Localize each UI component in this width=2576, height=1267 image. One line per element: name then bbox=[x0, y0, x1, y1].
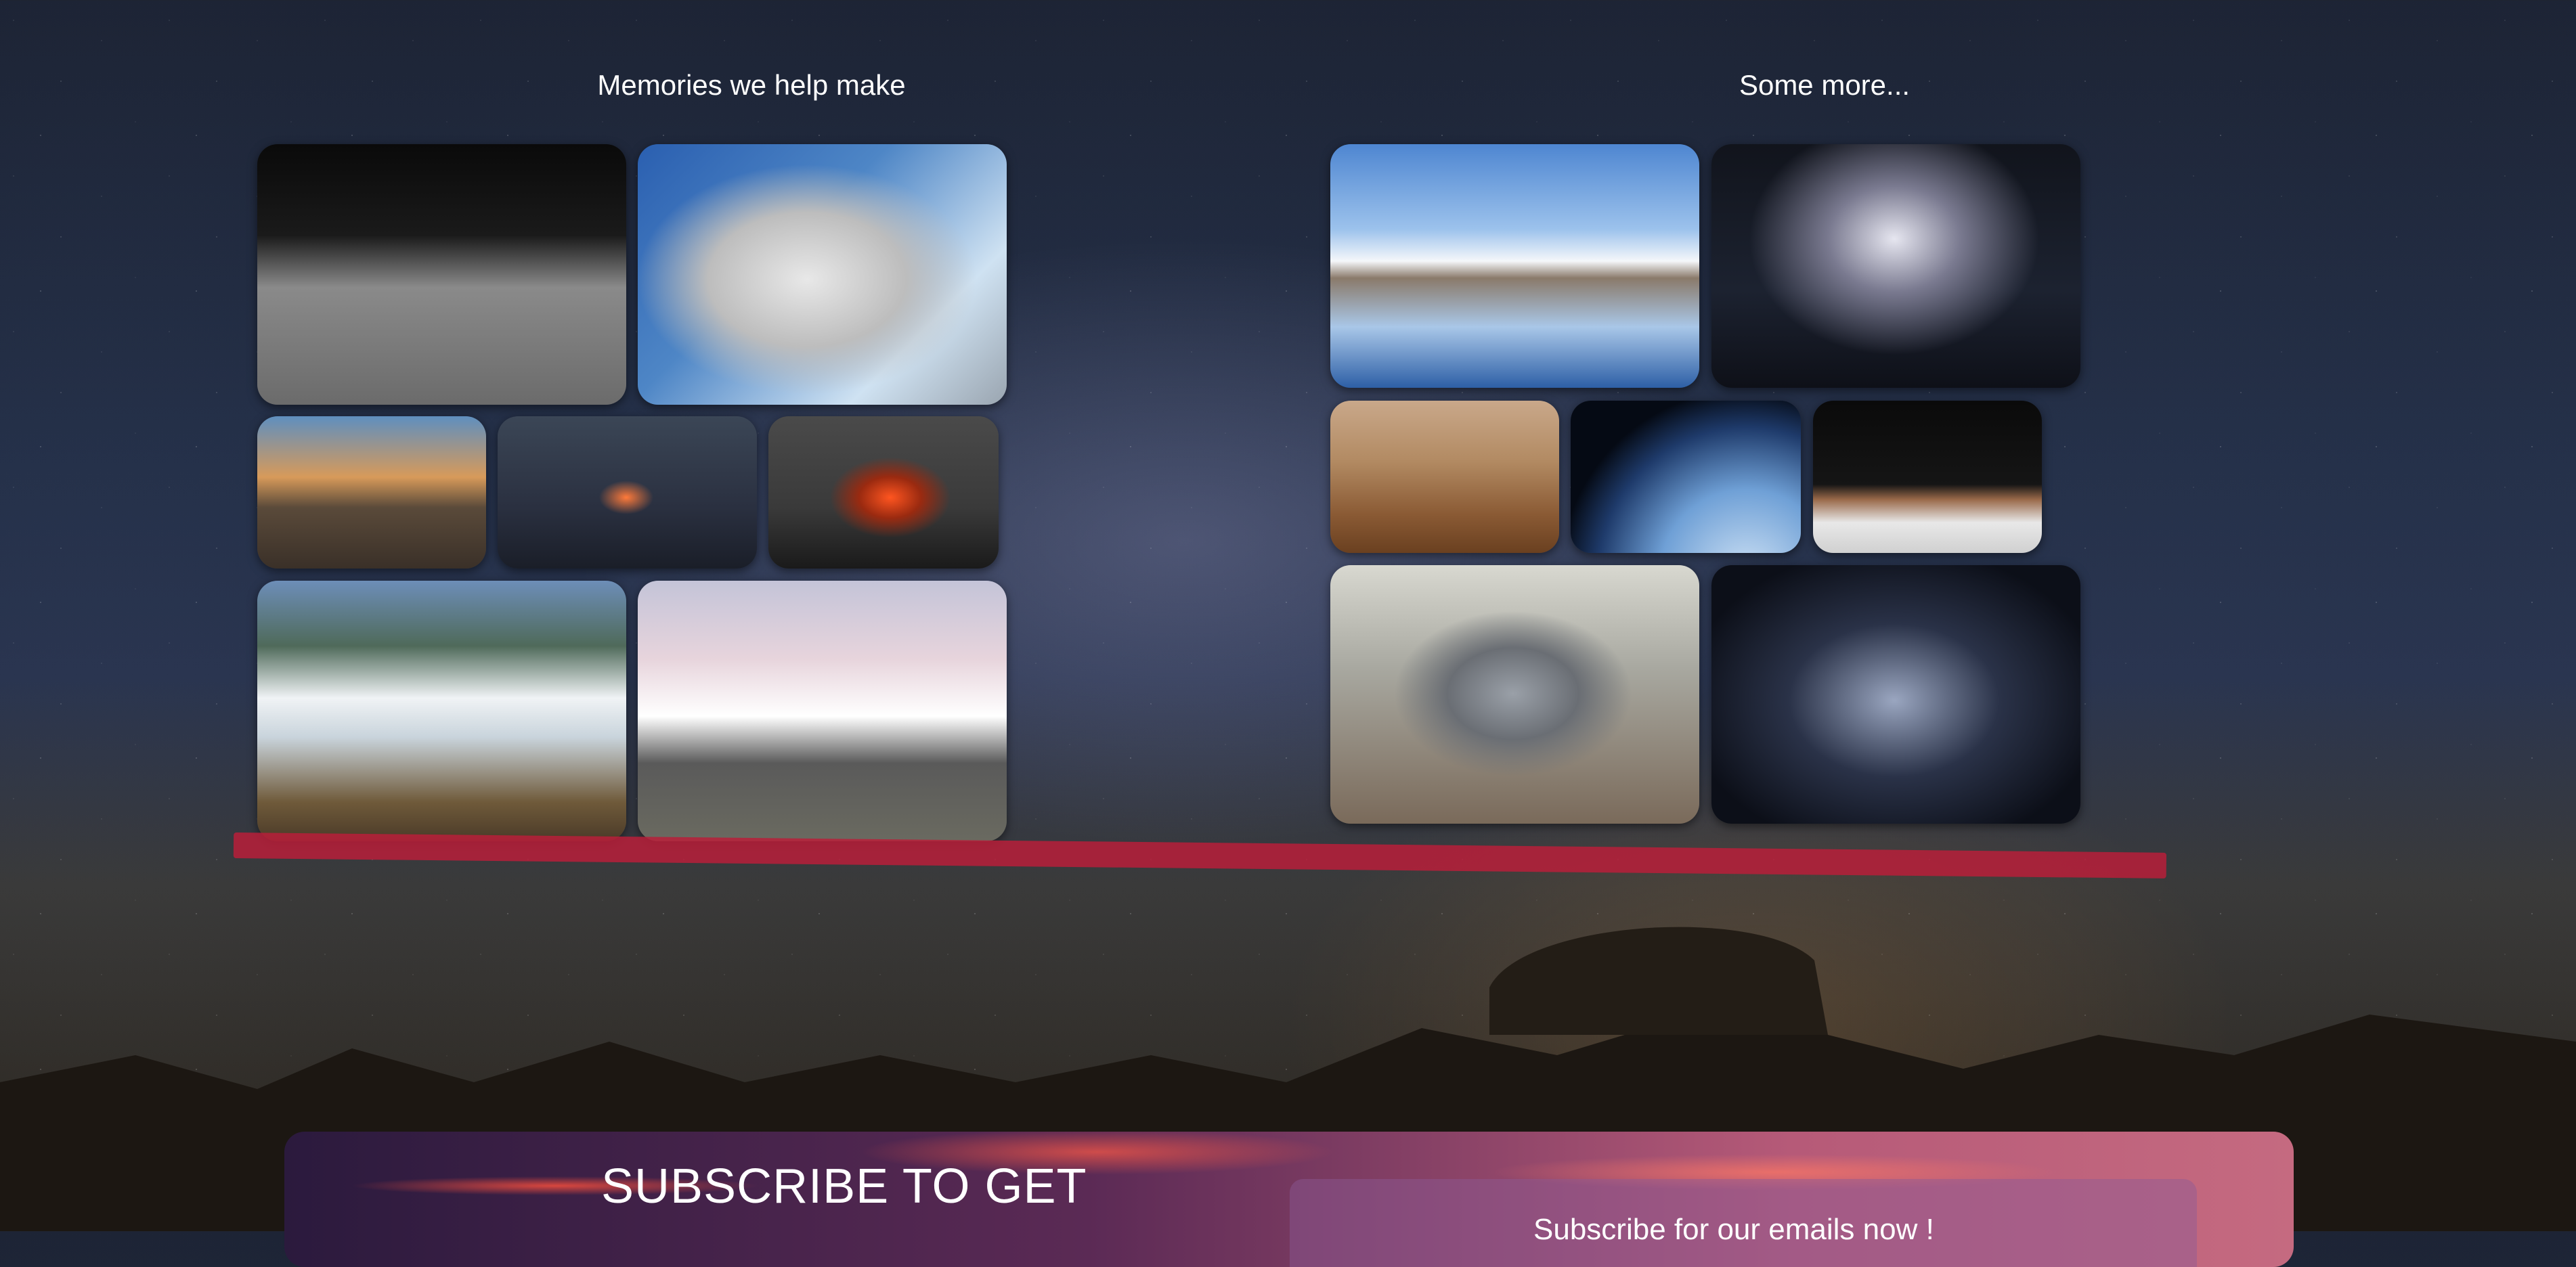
armored-cosplay-photo[interactable] bbox=[1330, 565, 1699, 824]
light-installation-photo[interactable] bbox=[1711, 565, 2080, 824]
snowy-mountain-reflection-photo[interactable] bbox=[1330, 144, 1699, 388]
subscribe-subtext: Subscribe for our emails now ! bbox=[1533, 1213, 1934, 1246]
volcano-eruption-photo[interactable] bbox=[768, 416, 999, 569]
section-title-left: Memories we help make bbox=[597, 69, 906, 101]
subscribe-panel: SUBSCRIBE TO GET Subscribe for our email… bbox=[284, 1132, 2294, 1267]
volcano-lava-night-photo[interactable] bbox=[498, 416, 757, 569]
lightning-island-photo[interactable] bbox=[1711, 144, 2080, 388]
subscribe-heading: SUBSCRIBE TO GET bbox=[601, 1159, 1087, 1214]
section-title-right: Some more... bbox=[1739, 69, 1911, 101]
volcano-clouds-photo[interactable] bbox=[257, 581, 626, 841]
mars-rover-photo[interactable] bbox=[1330, 401, 1559, 553]
moon-landing-photo[interactable] bbox=[257, 144, 626, 405]
spacecraft-earth-photo[interactable] bbox=[1571, 401, 1801, 553]
astronaut-spacewalk-photo[interactable] bbox=[638, 144, 1007, 405]
person-reaching-photo[interactable] bbox=[1813, 401, 2042, 553]
volcano-sunrise-photo[interactable] bbox=[257, 416, 486, 569]
snowy-volcano-lake-photo[interactable] bbox=[638, 581, 1007, 841]
